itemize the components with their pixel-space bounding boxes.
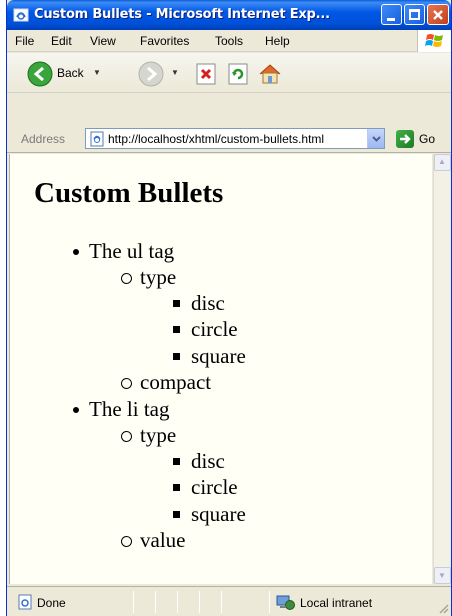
address-url[interactable]: http://localhost/xhtml/custom-bullets.ht…: [108, 132, 324, 146]
page-content: Custom Bullets The ul tag type disc circ…: [9, 154, 432, 584]
go-arrow-icon: [400, 134, 411, 144]
maximize-icon: [409, 9, 420, 20]
go-button[interactable]: [396, 130, 414, 148]
home-icon[interactable]: [258, 62, 282, 86]
forward-icon[interactable]: [138, 61, 164, 87]
page-icon: [90, 131, 104, 147]
status-divider: [155, 591, 156, 613]
list-item: square: [173, 344, 246, 368]
chevron-up-icon: ▲: [438, 157, 446, 166]
list-item: compact: [120, 370, 212, 394]
status-bar: Done Local intranet: [7, 586, 451, 616]
windows-logo: [417, 30, 451, 52]
menu-tools[interactable]: Tools: [215, 34, 243, 48]
list-item: square: [173, 502, 246, 526]
status-text: Done: [37, 596, 66, 610]
minimize-icon: [387, 18, 395, 21]
chevron-down-icon: ▼: [438, 571, 446, 580]
back-button-label[interactable]: Back: [57, 66, 84, 80]
refresh-icon[interactable]: [226, 62, 250, 86]
status-divider: [269, 591, 270, 613]
scroll-down-button[interactable]: ▼: [434, 567, 451, 584]
menu-view[interactable]: View: [90, 34, 116, 48]
window-title: Custom Bullets - Microsoft Internet Exp.…: [34, 7, 330, 22]
windows-flag-icon: [425, 34, 443, 47]
address-dropdown-button[interactable]: [367, 129, 384, 148]
menu-help[interactable]: Help: [265, 34, 290, 48]
title-bar[interactable]: Custom Bullets - Microsoft Internet Exp.…: [7, 0, 451, 30]
back-dropdown-icon[interactable]: ▼: [93, 68, 101, 77]
list-item: type: [120, 423, 177, 447]
maximize-button[interactable]: [404, 4, 425, 25]
status-divider: [199, 591, 200, 613]
stop-icon[interactable]: [194, 62, 218, 86]
status-divider: [177, 591, 178, 613]
status-divider: [221, 591, 222, 613]
page-done-icon: [18, 594, 32, 610]
menu-bar: File Edit View Favorites Tools Help: [7, 30, 451, 52]
go-label[interactable]: Go: [419, 132, 435, 146]
vertical-scrollbar[interactable]: ▲ ▼: [433, 154, 451, 584]
browser-window: Custom Bullets - Microsoft Internet Exp.…: [6, 0, 452, 616]
list-item: value: [120, 528, 186, 552]
menu-edit[interactable]: Edit: [51, 34, 72, 48]
chevron-down-icon: [372, 136, 381, 142]
list-item: circle: [173, 475, 238, 499]
page-title: Custom Bullets: [34, 177, 224, 209]
address-label: Address: [21, 132, 66, 146]
scroll-up-button[interactable]: ▲: [434, 154, 451, 171]
security-zone-label: Local intranet: [300, 596, 373, 610]
list-item: The ul tag: [72, 239, 175, 263]
address-bar: Address http://localhost/xhtml/custom-bu…: [7, 125, 451, 153]
list-item: disc: [173, 449, 225, 473]
close-button[interactable]: [427, 4, 449, 25]
back-icon[interactable]: [27, 61, 53, 87]
local-intranet-icon: [276, 595, 295, 610]
list-item: circle: [173, 317, 238, 341]
status-divider: [133, 591, 134, 613]
ie-icon: [13, 8, 29, 22]
standard-toolbar: Back ▼ ▼: [7, 53, 451, 93]
resize-grip-icon[interactable]: [437, 602, 449, 614]
menu-favorites[interactable]: Favorites: [140, 34, 189, 48]
list-item: The li tag: [72, 397, 170, 421]
minimize-button[interactable]: [381, 4, 402, 25]
list-item: type: [120, 265, 177, 289]
close-icon: [433, 10, 443, 20]
address-input[interactable]: http://localhost/xhtml/custom-bullets.ht…: [85, 128, 385, 149]
list-item: disc: [173, 291, 225, 315]
forward-dropdown-icon[interactable]: ▼: [171, 68, 179, 77]
menu-file[interactable]: File: [15, 34, 34, 48]
